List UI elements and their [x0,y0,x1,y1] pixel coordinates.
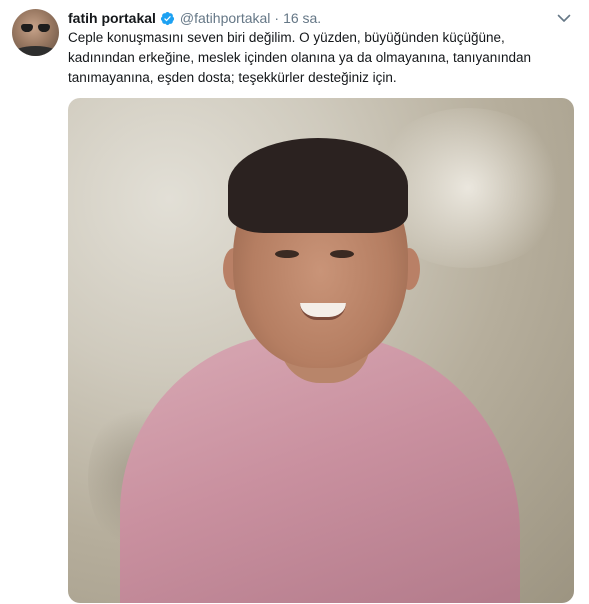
tweet-header: fatih portakal @fatihportakal · 16 sa. [68,8,321,28]
tweet-text-line: kadınından erkeğine, meslek içinden olan… [68,50,532,65]
avatar[interactable] [12,9,59,56]
avatar-sunglasses [21,24,50,32]
verified-badge-icon [160,11,174,25]
tweet-timestamp[interactable]: 16 sa. [283,10,321,26]
author-name[interactable]: fatih portakal [68,10,156,26]
tweet-text-line: tanımayanına, eşden dosta; teşekkürler d… [68,70,397,85]
photo-eye [275,250,299,258]
chevron-down-icon[interactable] [556,10,572,26]
tweet-text-line: Ceple konuşmasını seven biri değilim. O … [68,30,505,45]
tweet: fatih portakal @fatihportakal · 16 sa. C… [0,0,589,604]
author-handle[interactable]: @fatihportakal [180,10,270,26]
photo-hair [228,138,408,233]
photo-eye [330,250,354,258]
avatar-shirt [12,46,59,56]
separator-dot: · [274,10,280,26]
tweet-photo[interactable] [68,98,574,603]
tweet-text: Ceple konuşmasını seven biri değilim. O … [68,28,568,88]
